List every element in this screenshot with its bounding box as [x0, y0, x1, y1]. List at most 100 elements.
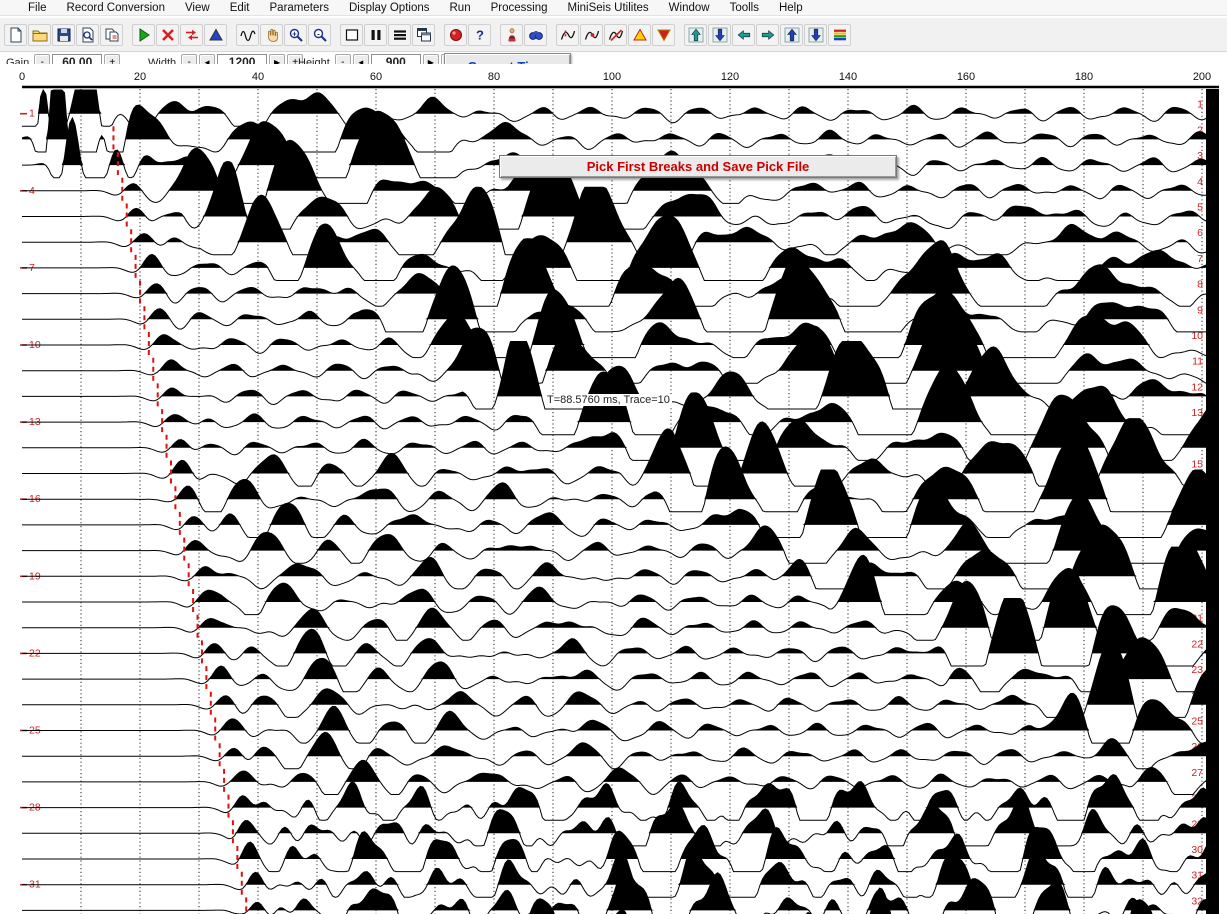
pause-display-button[interactable] [364, 24, 387, 46]
open-file-button[interactable] [28, 24, 51, 46]
wiggle-display-icon [240, 27, 256, 43]
trace-wiggle [22, 264, 1206, 332]
trace-number-right: 7 [1197, 253, 1203, 265]
cursor-tooltip: T=88.5760 ms, Trace=10 [545, 394, 672, 406]
area-select-button[interactable] [340, 24, 363, 46]
pick-up-icon [632, 27, 648, 43]
menu-item-file[interactable]: File [18, 1, 57, 15]
alarm-button[interactable] [444, 24, 467, 46]
trace-number-right: 9 [1197, 304, 1203, 316]
zoom-out-button[interactable]: - [308, 24, 331, 46]
menu-item-record-conversion[interactable]: Record Conversion [57, 1, 175, 15]
menu-item-toolls[interactable]: Toolls [720, 1, 769, 15]
move-up-icon [688, 27, 704, 43]
trace-number-right: 1 [1197, 99, 1203, 111]
trace-fill [22, 90, 1208, 139]
pick-mode-3-button[interactable] [604, 24, 627, 46]
trace-wiggle [22, 525, 1206, 589]
toolbar-separator [548, 24, 555, 46]
pick-up-button[interactable] [628, 24, 651, 46]
move-down-button[interactable] [708, 24, 731, 46]
menu-item-parameters[interactable]: Parameters [260, 1, 339, 15]
search-traces-button[interactable] [524, 24, 547, 46]
move-up-button[interactable] [684, 24, 707, 46]
copy-record-button[interactable] [100, 24, 123, 46]
trace-wiggle [22, 239, 1206, 307]
menu-item-edit[interactable]: Edit [220, 1, 260, 15]
trace-number-right: 4 [1197, 176, 1203, 188]
menu-item-help[interactable]: Help [769, 1, 813, 15]
trace-fill [22, 693, 1208, 730]
reverse-traces-button[interactable] [180, 24, 203, 46]
menu-item-display-options[interactable]: Display Options [339, 1, 440, 15]
pick-down-button[interactable] [652, 24, 675, 46]
menu-item-processing[interactable]: Processing [481, 1, 558, 15]
trace-number-right: 11 [1192, 356, 1203, 368]
time-tick-label: 100 [603, 71, 621, 83]
toolbar-separator [228, 24, 235, 46]
prev-record-button[interactable] [732, 24, 755, 46]
toolbar-separator [492, 24, 499, 46]
first-record-button[interactable] [780, 24, 803, 46]
right-edge-bar [1206, 89, 1219, 914]
trace-number-left: 1 [29, 108, 35, 120]
color-scale-button[interactable] [828, 24, 851, 46]
zoom-document-button[interactable] [76, 24, 99, 46]
menu-item-run[interactable]: Run [440, 1, 481, 15]
line-display-icon [392, 27, 408, 43]
run-button[interactable] [132, 24, 155, 46]
pick-mode-1-icon [560, 27, 576, 43]
wiggle-display-button[interactable] [236, 24, 259, 46]
menu-item-view[interactable]: View [175, 1, 220, 15]
line-display-button[interactable] [388, 24, 411, 46]
pick-mode-2-icon [584, 27, 600, 43]
cascade-windows-button[interactable] [412, 24, 435, 46]
save-file-icon [56, 27, 72, 43]
sort-traces-button[interactable] [204, 24, 227, 46]
move-down-icon [712, 27, 728, 43]
trace-number-right: 27 [1191, 767, 1203, 779]
trace-number-right: 22 [1191, 638, 1203, 650]
help-icon: ? [472, 27, 488, 43]
zoom-document-icon [80, 27, 96, 43]
app-window: FileRecord ConversionViewEditParametersD… [0, 0, 1227, 914]
search-traces-icon [528, 27, 544, 43]
toolbar-separator [676, 24, 683, 46]
seismic-traces[interactable] [22, 90, 1208, 914]
trace-number-right: 12 [1191, 381, 1203, 393]
field-crew-button[interactable] [500, 24, 523, 46]
menu-item-miniseis-utilites[interactable]: MiniSeis Utilites [558, 1, 659, 15]
seismic-record-svg[interactable]: 0204060801001201401601802001234567891011… [0, 64, 1227, 914]
pick-down-icon [656, 27, 672, 43]
svg-text:+: + [292, 29, 297, 38]
pause-display-icon [368, 27, 384, 43]
help-button[interactable]: ? [468, 24, 491, 46]
pick-mode-2-button[interactable] [580, 24, 603, 46]
color-scale-icon [832, 27, 848, 43]
pick-first-breaks-button[interactable]: Pick First Breaks and Save Pick File [499, 155, 897, 178]
time-tick-label: 0 [19, 71, 25, 83]
trace-number-right: 25 [1191, 716, 1203, 728]
trace-fill [22, 732, 1208, 756]
trace-wiggle [22, 290, 1206, 358]
time-tick-label: 40 [252, 71, 264, 83]
save-file-button[interactable] [52, 24, 75, 46]
next-record-button[interactable] [756, 24, 779, 46]
toolbar-separator [332, 24, 339, 46]
pan-button[interactable] [260, 24, 283, 46]
stop-remove-button[interactable] [156, 24, 179, 46]
next-record-icon [760, 27, 776, 43]
last-record-button[interactable] [804, 24, 827, 46]
time-axis-labels: 020406080100120140160180200 [19, 71, 1211, 83]
menu-item-window[interactable]: Window [659, 1, 720, 15]
new-record-button[interactable] [4, 24, 27, 46]
trace-wiggle [22, 444, 1206, 512]
trace-number-right: 15 [1191, 459, 1203, 471]
trace-wiggle [22, 547, 1206, 615]
pick-mode-1-button[interactable] [556, 24, 579, 46]
toolbar-separator [436, 24, 443, 46]
zoom-in-icon: + [288, 27, 304, 43]
zoom-in-button[interactable]: + [284, 24, 307, 46]
zoom-out-icon: - [312, 27, 328, 43]
field-crew-icon [504, 27, 520, 43]
